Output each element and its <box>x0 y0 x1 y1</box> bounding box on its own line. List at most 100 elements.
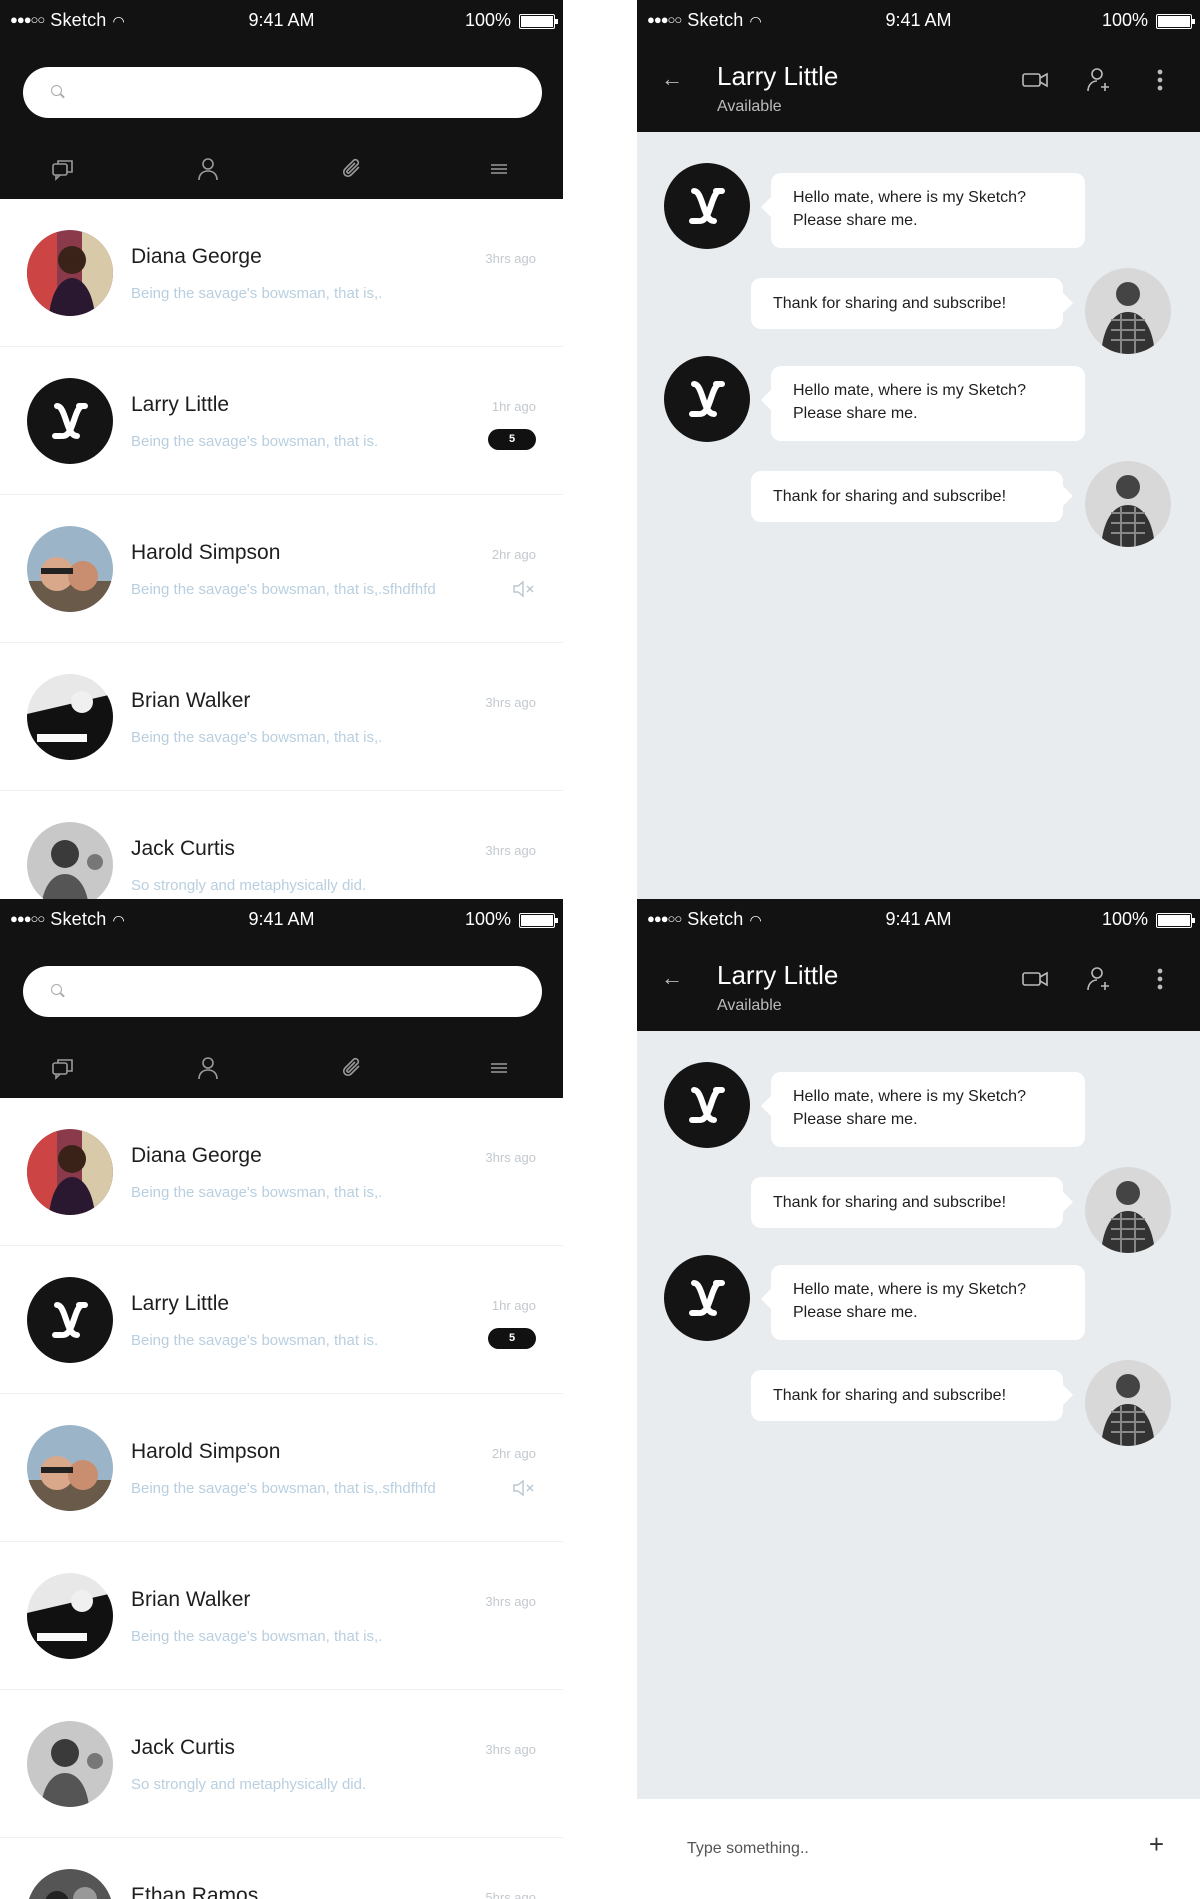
chat-name: Diana George <box>131 1144 262 1167</box>
chat-preview: So strongly and metaphysically did. <box>131 1776 367 1793</box>
avatar <box>27 230 113 316</box>
menu-icon[interactable] <box>484 154 514 184</box>
chat-name: Diana George <box>131 245 262 268</box>
chat-row[interactable]: Larry Little Being the savage's bowsman,… <box>0 347 563 495</box>
message-bubble[interactable]: Hello mate, where is my Sketch? Please sh… <box>761 366 1085 441</box>
chat-preview: Being the savage's bowsman, that is,. <box>131 729 383 746</box>
contact-status: Available <box>717 98 782 115</box>
search-icon <box>51 984 62 995</box>
chat-row[interactable]: Diana George Being the savage's bowsman,… <box>0 199 563 347</box>
chat-name: Harold Simpson <box>131 1440 281 1463</box>
avatar <box>664 1062 750 1148</box>
chat-name: Jack Curtis <box>131 1736 235 1759</box>
video-camera-icon[interactable] <box>1020 964 1050 994</box>
message-bubble[interactable]: Thank for sharing and subscribe! <box>751 471 1073 522</box>
message-bubble[interactable]: Thank for sharing and subscribe! <box>751 278 1073 329</box>
video-camera-icon[interactable] <box>1020 65 1050 95</box>
nav-tabs <box>0 140 563 195</box>
chat-bubbles-icon[interactable] <box>48 1053 78 1083</box>
message-bubble[interactable]: Hello mate, where is my Sketch? Please sh… <box>761 1265 1085 1340</box>
chat-name: Ethan Ramos <box>131 1884 259 1899</box>
mute-icon[interactable] <box>511 1478 537 1498</box>
menu-icon[interactable] <box>484 1053 514 1083</box>
message-text: Please share me. <box>793 405 918 422</box>
more-vertical-icon[interactable] <box>1145 964 1175 994</box>
add-person-icon[interactable] <box>1084 964 1114 994</box>
add-person-icon[interactable] <box>1084 65 1114 95</box>
conversation-screen-2: ●●●○○ Sketch ◠ 9:41 AM 100% ← Larry Little… <box>637 899 1200 1899</box>
chat-row[interactable]: Diana George Being the savage's bowsman,… <box>0 1098 563 1246</box>
avatar <box>1085 1167 1171 1253</box>
message-text: Hello mate, where is my Sketch? <box>793 189 1026 206</box>
chat-time: 3hrs ago <box>485 1150 536 1165</box>
search-bar[interactable] <box>23 67 542 118</box>
avatar <box>664 163 750 249</box>
mute-icon[interactable] <box>511 579 537 599</box>
avatar <box>27 1425 113 1511</box>
chat-time: 1hr ago <box>491 1298 536 1313</box>
avatar <box>27 1721 113 1807</box>
battery-icon <box>519 913 558 928</box>
logo-icon <box>689 1280 725 1316</box>
list-header: ●●●○○ Sketch ◠ 9:41 AM 100% <box>0 0 563 199</box>
search-input[interactable] <box>79 67 519 118</box>
search-bar[interactable] <box>23 966 542 1017</box>
logo-icon <box>52 403 88 439</box>
message-bubble[interactable]: Thank for sharing and subscribe! <box>751 1177 1073 1228</box>
search-input[interactable] <box>79 966 519 1017</box>
chat-name: Larry Little <box>131 393 230 416</box>
chat-bubbles-icon[interactable] <box>48 154 78 184</box>
chat-row[interactable]: Brian Walker Being the savage's bowsman,… <box>0 1542 563 1690</box>
contact-name: Larry Little <box>717 960 839 990</box>
message-bubble[interactable]: Thank for sharing and subscribe! <box>751 1370 1073 1421</box>
chat-row[interactable]: Harold Simpson Being the savage's bowsma… <box>0 495 563 643</box>
status-bar: ●●●○○ Sketch ◠ 9:41 AM 100% <box>637 899 1200 941</box>
avatar <box>1085 268 1171 354</box>
conversation-header: ●●●○○ Sketch ◠ 9:41 AM 100% ← Larry Little… <box>637 899 1200 1031</box>
chat-name: Harold Simpson <box>131 541 281 564</box>
chat-time: 5hrs ago <box>485 1890 536 1899</box>
chat-name: Brian Walker <box>131 689 251 712</box>
person-icon[interactable] <box>193 1053 223 1083</box>
plus-icon[interactable]: + <box>1149 1829 1164 1860</box>
paperclip-icon[interactable] <box>338 154 368 184</box>
chat-row[interactable]: Harold Simpson Being the savage's bowsma… <box>0 1394 563 1542</box>
battery-percent: 100% <box>1101 909 1148 929</box>
logo-icon <box>689 188 725 224</box>
avatar <box>27 1129 113 1215</box>
chat-row[interactable]: Larry Little Being the savage's bowsman,… <box>0 1246 563 1394</box>
back-arrow-icon[interactable]: ← <box>661 965 683 991</box>
conversation-screen-1: ●●●○○ Sketch ◠ 9:41 AM 100% ← Larry Little… <box>637 0 1200 899</box>
chat-row[interactable]: Jack Curtis So strongly and metaphysical… <box>0 1690 563 1838</box>
message-composer: + <box>637 1799 1200 1899</box>
chat-preview: So strongly and metaphysically did. <box>131 877 367 894</box>
chat-row[interactable]: Brian Walker Being the savage's bowsman,… <box>0 643 563 791</box>
chat-row[interactable]: Jack Curtis So strongly and metaphysical… <box>0 791 563 899</box>
chat-time: 3hrs ago <box>485 1594 536 1609</box>
list-header: ●●●○○ Sketch ◠ 9:41 AM 100% <box>0 899 563 1098</box>
logo-icon <box>689 381 725 417</box>
message-text: Hello mate, where is my Sketch? <box>793 1088 1026 1105</box>
chat-row[interactable]: Ethan Ramos 5hrs ago <box>0 1838 563 1899</box>
chat-time: 3hrs ago <box>485 251 536 266</box>
chat-preview: Being the savage's bowsman, that is,. <box>131 1628 383 1645</box>
more-vertical-icon[interactable] <box>1145 65 1175 95</box>
message-text: Hello mate, where is my Sketch? <box>793 382 1026 399</box>
chat-preview: Being the savage's bowsman, that is,. <box>131 285 383 302</box>
message-input[interactable] <box>687 1829 1107 1869</box>
back-arrow-icon[interactable]: ← <box>661 66 683 92</box>
chat-preview: Being the savage's bowsman, that is. <box>131 433 379 450</box>
chat-preview: Being the savage's bowsman, that is. <box>131 1332 379 1349</box>
paperclip-icon[interactable] <box>338 1053 368 1083</box>
message-bubble[interactable]: Hello mate, where is my Sketch? Please sh… <box>761 1072 1085 1147</box>
person-icon[interactable] <box>193 154 223 184</box>
chat-list-screen-2: ●●●○○ Sketch ◠ 9:41 AM 100% Diana George B… <box>0 899 563 1899</box>
message-bubble[interactable]: Hello mate, where is my Sketch? Please sh… <box>761 173 1085 248</box>
chat-name: Brian Walker <box>131 1588 251 1611</box>
avatar <box>664 356 750 442</box>
chat-time: 3hrs ago <box>485 843 536 858</box>
chat-time: 2hr ago <box>491 1446 536 1461</box>
avatar <box>27 1573 113 1659</box>
chat-time: 1hr ago <box>491 399 536 414</box>
battery-icon <box>519 14 558 29</box>
